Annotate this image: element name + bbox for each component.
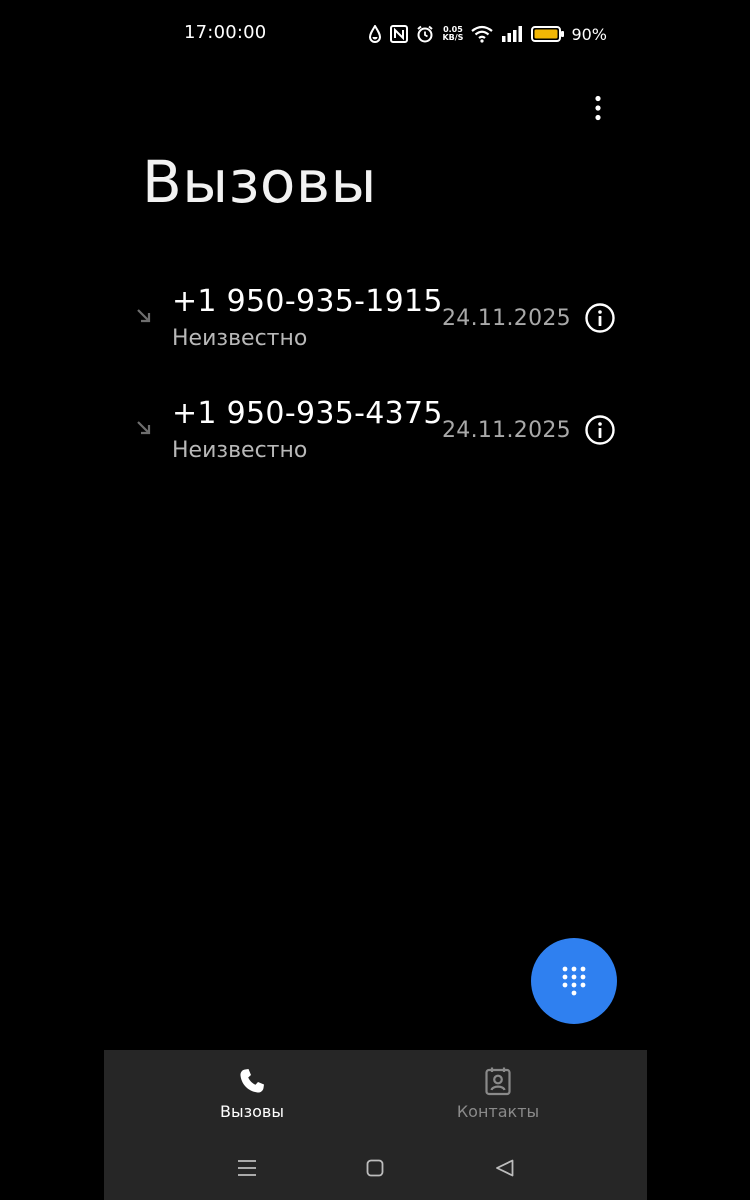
more-vert-icon bbox=[595, 95, 601, 121]
call-date: 24.11.2025 bbox=[442, 306, 571, 331]
system-back-button[interactable] bbox=[490, 1154, 520, 1182]
back-icon bbox=[496, 1159, 514, 1177]
status-bar: 17:00:00 0.05 KB/S 90% bbox=[104, 0, 647, 68]
contacts-icon bbox=[485, 1067, 511, 1096]
call-label: Неизвестно bbox=[172, 326, 308, 351]
call-list-item[interactable]: +1 950-935-4375 Неизвестно 24.11.2025 bbox=[104, 390, 647, 490]
tab-contacts-label: Контакты bbox=[456, 1102, 540, 1121]
system-home-button[interactable] bbox=[360, 1154, 390, 1182]
nfc-icon bbox=[390, 25, 409, 43]
status-icons: 0.05 KB/S 90% bbox=[368, 20, 607, 48]
call-number: +1 950-935-1915 bbox=[172, 284, 443, 319]
tab-calls[interactable]: Вызовы bbox=[172, 1064, 332, 1128]
status-time: 17:00:00 bbox=[184, 22, 267, 43]
dialpad-icon bbox=[562, 966, 586, 996]
phone-screen: 17:00:00 0.05 KB/S 90% Вызовы +1 950-935… bbox=[104, 0, 647, 1200]
call-date: 24.11.2025 bbox=[442, 418, 571, 443]
info-icon bbox=[585, 415, 615, 445]
dialpad-button[interactable] bbox=[531, 938, 617, 1024]
system-menu-button[interactable] bbox=[232, 1154, 262, 1182]
call-number: +1 950-935-4375 bbox=[172, 396, 443, 431]
page-title: Вызовы bbox=[142, 148, 377, 216]
net-speed: 0.05 KB/S bbox=[442, 26, 463, 42]
tab-calls-label: Вызовы bbox=[220, 1102, 284, 1121]
incoming-call-arrow-icon bbox=[137, 421, 151, 435]
system-navigation-bar bbox=[104, 1150, 647, 1186]
call-info-button[interactable] bbox=[582, 300, 618, 336]
incoming-call-arrow-icon bbox=[137, 309, 151, 323]
call-list-item[interactable]: +1 950-935-1915 Неизвестно 24.11.2025 bbox=[104, 278, 647, 378]
call-label: Неизвестно bbox=[172, 438, 308, 463]
call-info-button[interactable] bbox=[582, 412, 618, 448]
menu-icon bbox=[238, 1160, 256, 1176]
net-speed-unit: KB/S bbox=[442, 33, 464, 42]
phone-icon bbox=[240, 1069, 264, 1093]
bottom-navigation: Вызовы Контакты bbox=[104, 1050, 647, 1200]
signal-icon bbox=[502, 26, 523, 42]
wifi-icon bbox=[471, 25, 494, 43]
home-icon bbox=[366, 1159, 384, 1177]
drop-icon bbox=[369, 25, 382, 43]
battery-percent: 90% bbox=[571, 24, 607, 44]
battery-icon bbox=[531, 26, 565, 42]
more-options-button[interactable] bbox=[584, 90, 612, 126]
tab-contacts[interactable]: Контакты bbox=[418, 1064, 578, 1128]
info-icon bbox=[585, 303, 615, 333]
alarm-icon bbox=[417, 25, 434, 43]
